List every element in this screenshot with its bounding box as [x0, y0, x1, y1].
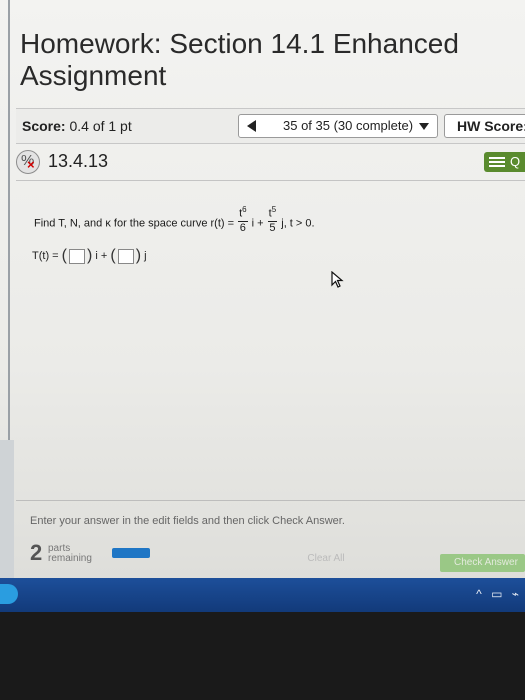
- close-paren: ): [86, 247, 93, 264]
- open-paren: (: [61, 247, 67, 264]
- score-bar: Score: 0.4 of 1 pt 35 of 35 (30 complete…: [16, 108, 525, 144]
- parts-line2: remaining: [48, 553, 92, 564]
- browser-viewport: Homework: Section 14.1 Enhanced Assignme…: [0, 0, 525, 612]
- clear-all-button[interactable]: Clear All: [296, 553, 356, 567]
- prompt-text: Find T, N, and κ for the space curve r(t…: [34, 217, 235, 230]
- os-taskbar: ^ ▭ ⌁: [0, 578, 525, 612]
- score-label: Score: 0.4 of 1 pt: [22, 118, 132, 134]
- question-position[interactable]: 35 of 35 (30 complete): [283, 118, 413, 133]
- open-paren: (: [110, 247, 116, 264]
- close-paren: ): [135, 247, 142, 264]
- term1-denominator: 6: [239, 221, 246, 234]
- answer-field-j[interactable]: [117, 248, 134, 264]
- parts-remaining-count: 2: [30, 540, 43, 565]
- question-number: 13.4.13: [48, 151, 109, 171]
- start-button[interactable]: [0, 584, 18, 604]
- left-scroll-region: [0, 440, 14, 580]
- question-navigator[interactable]: 35 of 35 (30 complete): [238, 114, 438, 138]
- check-answer-button[interactable]: Check Answer: [440, 554, 525, 572]
- parts-remaining-label: parts remaining: [48, 544, 92, 564]
- score-value: 0.4 of 1 pt: [69, 118, 132, 134]
- answer-mid: i +: [95, 249, 108, 262]
- battery-icon[interactable]: ▭: [491, 587, 502, 601]
- question-prompt: Find T, N, and κ for the space curve r(t…: [34, 205, 315, 240]
- instruction-text: Enter your answer in the edit fields and…: [30, 515, 345, 527]
- term2-denominator: 5: [269, 221, 276, 234]
- question-menu-label: Q: [510, 154, 521, 169]
- term2-vector: j, t > 0.: [281, 217, 315, 230]
- term1-exponent: 6: [242, 205, 247, 214]
- network-icon[interactable]: ⌁: [512, 587, 519, 601]
- answer-field-i[interactable]: [68, 248, 85, 264]
- chevron-up-icon[interactable]: ^: [476, 587, 482, 601]
- page-title: Homework: Section 14.1 Enhanced Assignme…: [20, 28, 459, 91]
- question-header: 13.4.13 Q: [16, 148, 525, 176]
- term1-vector: i +: [251, 217, 264, 230]
- answer-end: j: [144, 249, 147, 262]
- term2-exponent: 5: [271, 205, 277, 214]
- caret-down-icon[interactable]: [419, 123, 429, 130]
- previous-question-icon[interactable]: [245, 118, 259, 134]
- partial-incorrect-icon: [16, 150, 40, 174]
- answer-row: T(t) = () i + () j: [32, 247, 147, 265]
- mouse-pointer-icon: [331, 271, 344, 288]
- score-label-text: Score:: [22, 118, 66, 134]
- fraction-term2: t5 5: [267, 203, 278, 235]
- fraction-term1: t6 6: [238, 203, 248, 235]
- answer-lhs: T(t) =: [32, 249, 59, 262]
- divider: [16, 180, 525, 181]
- left-border: [8, 0, 10, 500]
- footer-divider: [16, 500, 525, 501]
- hw-score-label: HW Score:: [457, 118, 525, 134]
- system-tray: ^ ▭ ⌁: [470, 587, 519, 601]
- parts-progress-bar: [112, 548, 150, 558]
- hw-score-button[interactable]: HW Score:: [444, 114, 525, 138]
- question-menu-button[interactable]: Q: [484, 152, 525, 172]
